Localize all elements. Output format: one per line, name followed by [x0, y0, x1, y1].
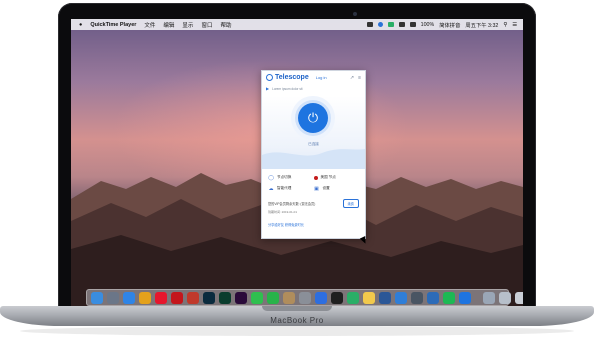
menu-edit[interactable]: 编辑 [163, 21, 174, 29]
documents-icon[interactable] [499, 291, 511, 304]
music-icon[interactable] [171, 291, 183, 304]
chrome-icon[interactable] [139, 291, 151, 304]
option-label: 节点切换 [277, 175, 292, 179]
clock[interactable]: 周五下午 3:32 [465, 21, 498, 29]
menu-file[interactable]: 文件 [144, 21, 155, 29]
photoshop-icon[interactable] [203, 291, 215, 304]
plan-row: 您的VIP会员剩余天数: (暂无会员) 续费 [262, 191, 365, 208]
connection-status: 已连接 [308, 142, 319, 146]
header-icons: ↗ ≡ [350, 75, 361, 81]
wechat-icon[interactable] [347, 291, 359, 304]
model-label: MacBook Pro [270, 316, 324, 325]
downloads-icon[interactable] [483, 291, 495, 304]
premiere-icon[interactable] [235, 291, 247, 304]
menu-window[interactable]: 窗口 [201, 21, 212, 29]
settings-icon: ▣ [314, 185, 319, 192]
safari-icon[interactable] [123, 291, 135, 304]
flag-icon [313, 175, 318, 180]
login-link[interactable]: Log in [316, 75, 327, 80]
telescope-icon[interactable] [459, 291, 471, 304]
share-icon[interactable]: ↗ [350, 75, 354, 81]
macbook: ● QuickTime Player 文件 编辑 显示 窗口 帮助 100% 简… [0, 0, 594, 345]
share-link[interactable]: 分享给好友 获得免费时长 [262, 214, 365, 227]
window-header: Telescope Log in ↗ ≡ [262, 71, 365, 84]
app-menu[interactable]: QuickTime Player [90, 22, 136, 28]
telescope-logo-icon [266, 74, 273, 81]
status-icon[interactable] [366, 22, 373, 27]
base-notch [262, 306, 332, 311]
wechat-status-icon[interactable] [387, 22, 394, 27]
finder-icon[interactable] [91, 291, 103, 304]
telescope-status-icon[interactable] [377, 22, 383, 27]
notes-icon[interactable] [363, 291, 375, 304]
menu-list-icon[interactable]: ☰ [512, 22, 517, 28]
menu-bar: ● QuickTime Player 文件 编辑 显示 窗口 帮助 100% 简… [71, 19, 523, 30]
menu-icon[interactable]: ≡ [358, 75, 361, 81]
brand-name: Telescope [275, 74, 309, 81]
wifi-icon[interactable] [409, 22, 416, 27]
battery-indicator[interactable]: 100% [421, 22, 435, 28]
option-label: 智能代理 [277, 186, 292, 190]
notice-bar: ▶ Lorem ipsum dolor sit [262, 84, 365, 93]
renew-button[interactable]: 续费 [342, 199, 359, 208]
speaker-icon: ▶ [266, 86, 270, 91]
globe-icon: ◯ [268, 174, 274, 181]
search-icon[interactable]: ⚲ [503, 22, 507, 28]
connect-power-button[interactable]: ⏻ [298, 103, 328, 133]
options-grid: ◯ 节点切换 美国 节点 ☁ 智能代理 ▣ 设置 [262, 169, 365, 192]
launchpad-icon[interactable] [107, 291, 119, 304]
option-label: 设置 [322, 186, 330, 190]
base-shadow [20, 326, 574, 336]
option-node-switch[interactable]: ◯ 节点切换 [268, 174, 314, 181]
preferences-icon[interactable] [299, 291, 311, 304]
menu-extras: 100% 简体拼音 周五下午 3:32 ⚲ ☰ [366, 19, 517, 30]
preview-icon[interactable] [395, 291, 407, 304]
globe-icon[interactable] [427, 291, 439, 304]
power-icon: ⏻ [307, 110, 319, 125]
cloud-icon: ☁ [268, 185, 274, 192]
contacts-icon[interactable] [283, 291, 295, 304]
option-settings[interactable]: ▣ 设置 [314, 185, 360, 192]
notice-text: Lorem ipsum dolor sit [272, 86, 303, 91]
menu-view[interactable]: 显示 [182, 21, 193, 29]
facetime-icon[interactable] [267, 291, 279, 304]
camera [353, 12, 357, 16]
messages-icon[interactable] [251, 291, 263, 304]
q-icon[interactable] [315, 291, 327, 304]
apple-icon[interactable]: ● [79, 22, 82, 28]
qq-icon[interactable] [331, 291, 343, 304]
volume-icon[interactable] [398, 22, 405, 27]
menu-help[interactable]: 帮助 [220, 21, 231, 29]
plan-text: 您的VIP会员剩余天数: (暂无会员) [268, 202, 316, 206]
trash-icon[interactable] [515, 291, 523, 304]
weibo-icon[interactable] [155, 291, 167, 304]
word-icon[interactable] [379, 291, 391, 304]
option-node-region[interactable]: 美国 节点 [313, 175, 360, 180]
telescope-window: Telescope Log in ↗ ≡ ▶ Lorem ipsum dolor… [261, 70, 366, 239]
hero-area: ⏻ 已连接 [262, 96, 365, 169]
screen: ● QuickTime Player 文件 编辑 显示 窗口 帮助 100% 简… [71, 19, 523, 306]
appstore-icon[interactable] [187, 291, 199, 304]
option-smart-proxy[interactable]: ☁ 智能代理 [268, 185, 314, 192]
spotify-icon[interactable] [443, 291, 455, 304]
dock [86, 289, 523, 306]
clock-icon[interactable] [411, 291, 423, 304]
input-method[interactable]: 简体拼音 [439, 21, 460, 29]
option-label: 美国 节点 [320, 175, 336, 179]
audition-icon[interactable] [219, 291, 231, 304]
